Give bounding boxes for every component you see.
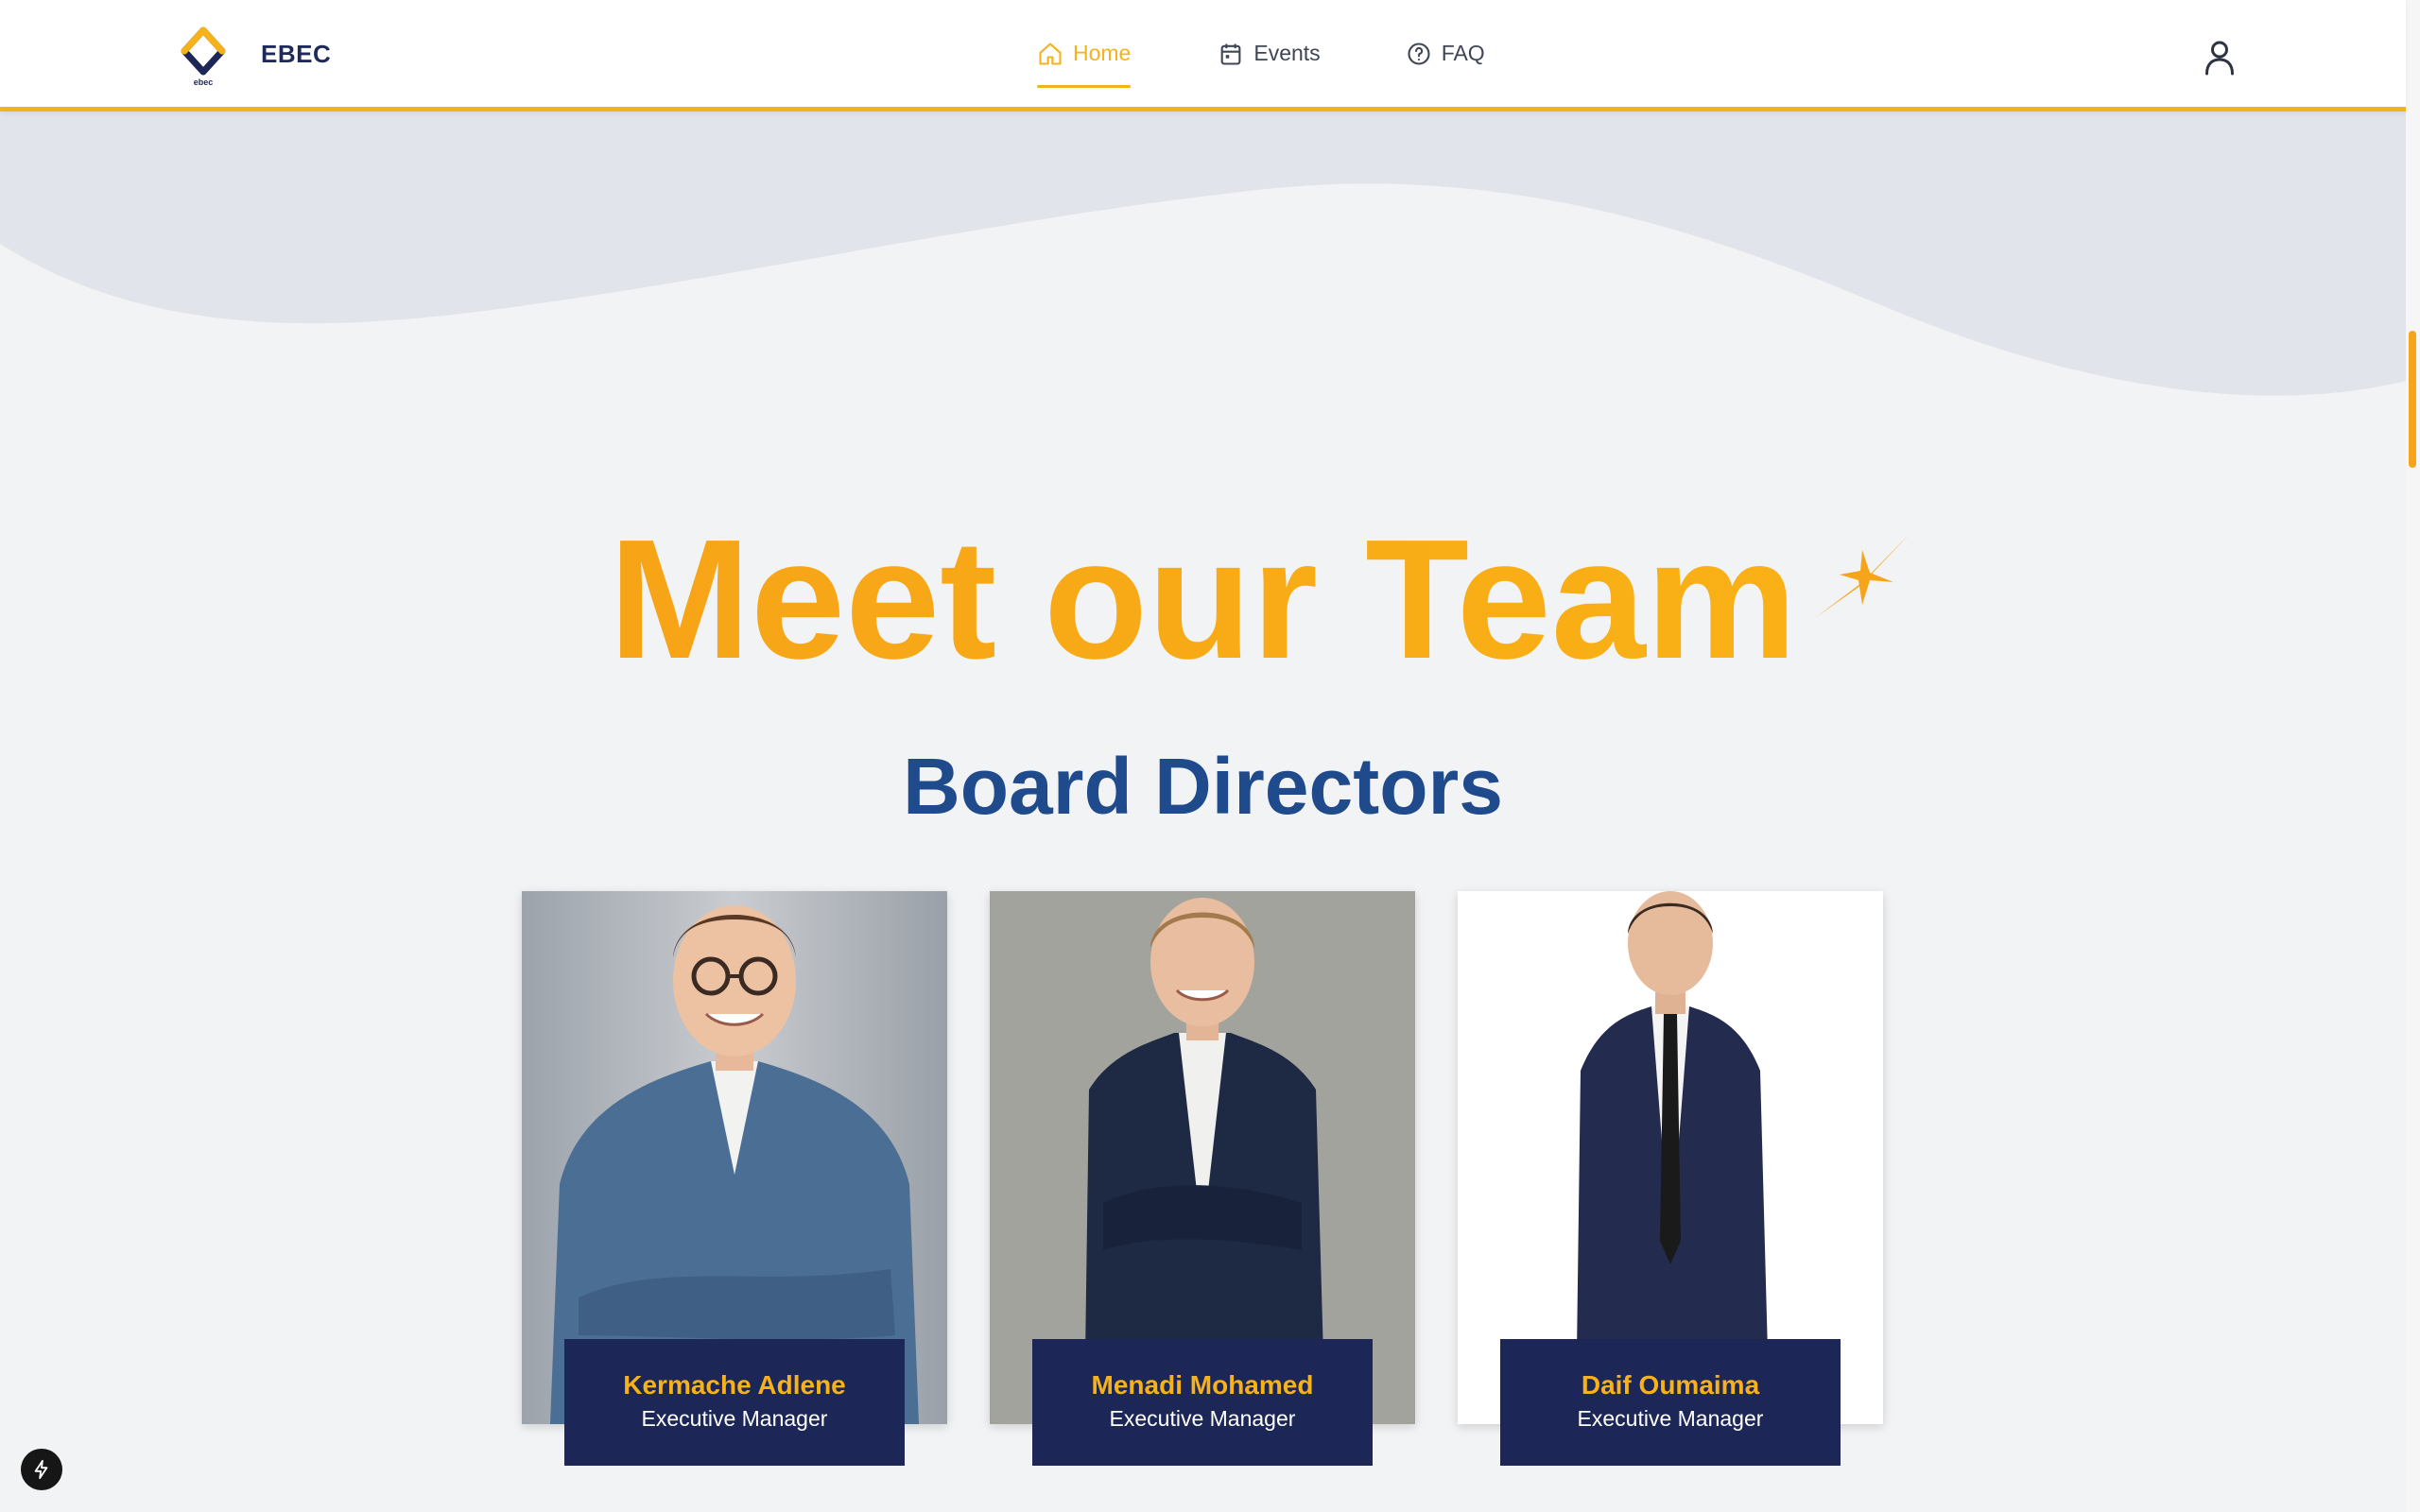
member-name: Kermache Adlene bbox=[623, 1370, 846, 1400]
scrollbar-track[interactable] bbox=[2406, 0, 2420, 1512]
member-name: Daif Oumaima bbox=[1581, 1370, 1760, 1400]
ebec-logo[interactable]: ebec bbox=[175, 26, 232, 87]
wave-background bbox=[0, 107, 2406, 396]
member-role: Executive Manager bbox=[641, 1406, 828, 1431]
nav-home-label: Home bbox=[1073, 41, 1132, 65]
section-subtitle: Board Directors bbox=[903, 742, 1503, 831]
nav-events-label: Events bbox=[1253, 41, 1321, 65]
team-card[interactable]: Kermache Adlene Executive Manager bbox=[522, 891, 947, 1466]
nav-home[interactable]: Home bbox=[1037, 0, 1132, 107]
help-circle-icon bbox=[1408, 42, 1430, 65]
sparkle-icon bbox=[1815, 533, 1910, 618]
calendar-icon bbox=[1220, 43, 1241, 65]
main-nav: Home Events FAQ bbox=[1037, 0, 1485, 107]
lightning-icon bbox=[34, 1459, 48, 1480]
brand-name[interactable]: EBEC bbox=[261, 40, 331, 69]
user-icon[interactable] bbox=[2203, 38, 2237, 76]
lightning-badge[interactable] bbox=[21, 1449, 62, 1490]
member-nameplate: Kermache Adlene Executive Manager bbox=[564, 1339, 905, 1466]
member-role: Executive Manager bbox=[1577, 1406, 1764, 1431]
logo-caption: ebec bbox=[194, 77, 214, 87]
team-card[interactable]: Menadi Mohamed Executive Manager bbox=[990, 891, 1415, 1466]
home-icon bbox=[1039, 42, 1062, 65]
member-name: Menadi Mohamed bbox=[1091, 1370, 1314, 1400]
nav-faq[interactable]: FAQ bbox=[1406, 0, 1485, 107]
section-title: Meet our Team bbox=[0, 506, 2406, 695]
nav-faq-label: FAQ bbox=[1441, 41, 1485, 65]
member-nameplate: Menadi Mohamed Executive Manager bbox=[1032, 1339, 1373, 1466]
team-card[interactable]: Daif Oumaima Executive Manager bbox=[1458, 891, 1883, 1466]
scrollbar-thumb[interactable] bbox=[2409, 331, 2416, 468]
nav-events[interactable]: Events bbox=[1218, 0, 1321, 107]
member-role: Executive Manager bbox=[1109, 1406, 1296, 1431]
member-nameplate: Daif Oumaima Executive Manager bbox=[1500, 1339, 1841, 1466]
top-navbar: ebec EBEC Home Events FAQ bbox=[0, 0, 2406, 112]
